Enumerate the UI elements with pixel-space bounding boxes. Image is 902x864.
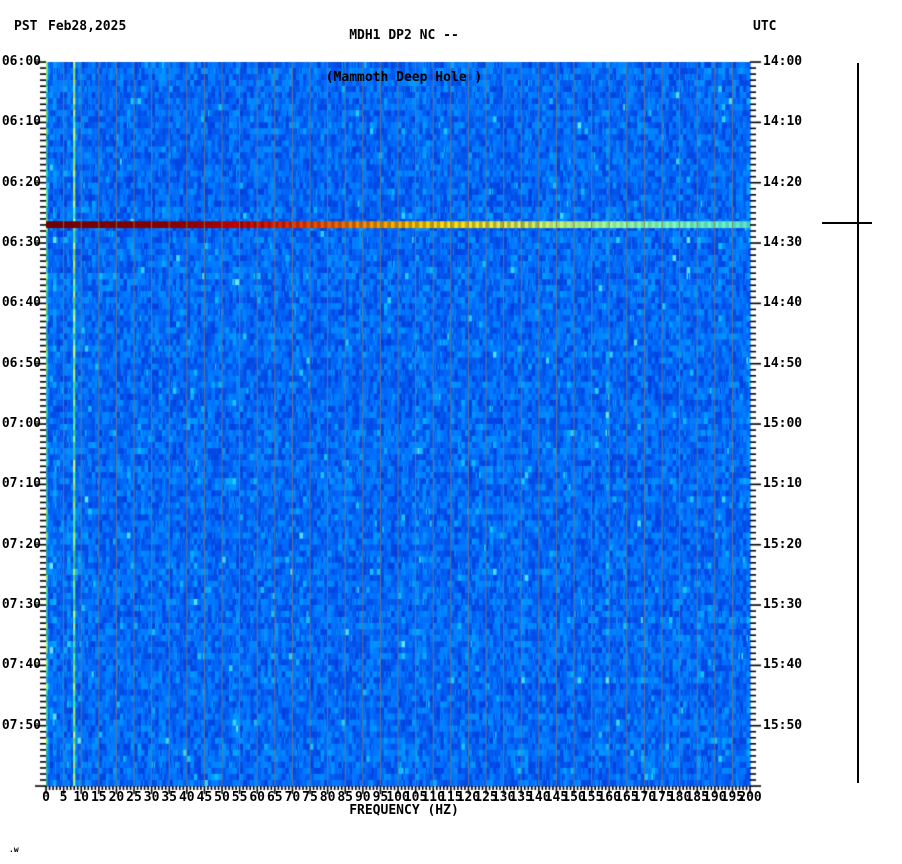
right-time-label: 14:40	[763, 295, 803, 311]
freq-tick-label: 20	[108, 790, 125, 805]
freq-tick-label: 35	[161, 790, 178, 805]
left-time-label: 06:30	[1, 235, 41, 250]
freq-tick-label: 50	[214, 790, 230, 805]
left-time-label: 07:50	[1, 717, 41, 733]
timezone-right-label: UTC	[753, 19, 777, 34]
right-time-label: 14:10	[763, 114, 803, 130]
station-title: MDH1 DP2 NC --	[349, 28, 459, 43]
left-time-label: 07:10	[1, 476, 41, 492]
spectrogram-canvas	[0, 0, 902, 864]
left-time-label: 07:00	[1, 416, 41, 431]
freq-tick-label: 75	[302, 790, 318, 805]
freq-tick-label: 70	[284, 790, 301, 805]
right-time-label: 15:20	[763, 536, 803, 552]
left-time-label: 07:30	[1, 597, 41, 612]
left-time-label: 06:20	[1, 174, 41, 190]
freq-tick-label: 45	[196, 790, 213, 805]
left-time-label: 06:50	[1, 355, 41, 371]
freq-tick-label: 60	[249, 790, 266, 805]
freq-tick-label: 10	[73, 790, 90, 805]
freq-tick-label: 25	[126, 790, 142, 805]
right-time-label: 15:10	[763, 476, 803, 492]
right-time-label: 14:30	[763, 235, 803, 250]
freq-tick-label: 15	[90, 790, 107, 805]
right-time-label: 14:20	[763, 174, 803, 190]
right-time-label: 14:50	[763, 355, 803, 371]
freq-tick-label: 55	[231, 790, 248, 805]
watermark-text: .w	[9, 845, 19, 854]
right-time-label: 15:00	[763, 416, 803, 431]
freq-tick-label: 65	[266, 790, 283, 805]
freq-tick-label: 200	[738, 790, 762, 805]
left-time-label: 06:10	[1, 114, 41, 130]
station-subtitle: (Mammoth Deep Hole )	[325, 70, 483, 85]
left-time-label: 06:00	[1, 54, 41, 69]
left-time-label: 07:20	[1, 536, 41, 552]
left-time-label: 07:40	[1, 657, 41, 673]
freq-tick-label: 30	[143, 790, 160, 805]
right-time-label: 15:50	[763, 717, 803, 733]
right-time-label: 14:00	[763, 54, 803, 69]
freq-tick-label: 5	[59, 790, 68, 805]
timezone-left-label: PST	[14, 19, 38, 34]
left-time-label: 06:40	[1, 295, 41, 311]
event-time-marker	[822, 222, 872, 224]
amplitude-scale-bar	[857, 63, 859, 783]
right-time-label: 15:40	[763, 657, 803, 673]
freq-tick-label: 40	[178, 790, 195, 805]
chart-title: MDH1 DP2 NC -- (Mammoth Deep Hole )	[46, 1, 762, 99]
right-time-label: 15:30	[763, 597, 803, 612]
freq-tick-label: 0	[42, 790, 50, 805]
x-axis-title: FREQUENCY (HZ)	[349, 803, 459, 818]
freq-tick-label: 80	[319, 790, 336, 805]
